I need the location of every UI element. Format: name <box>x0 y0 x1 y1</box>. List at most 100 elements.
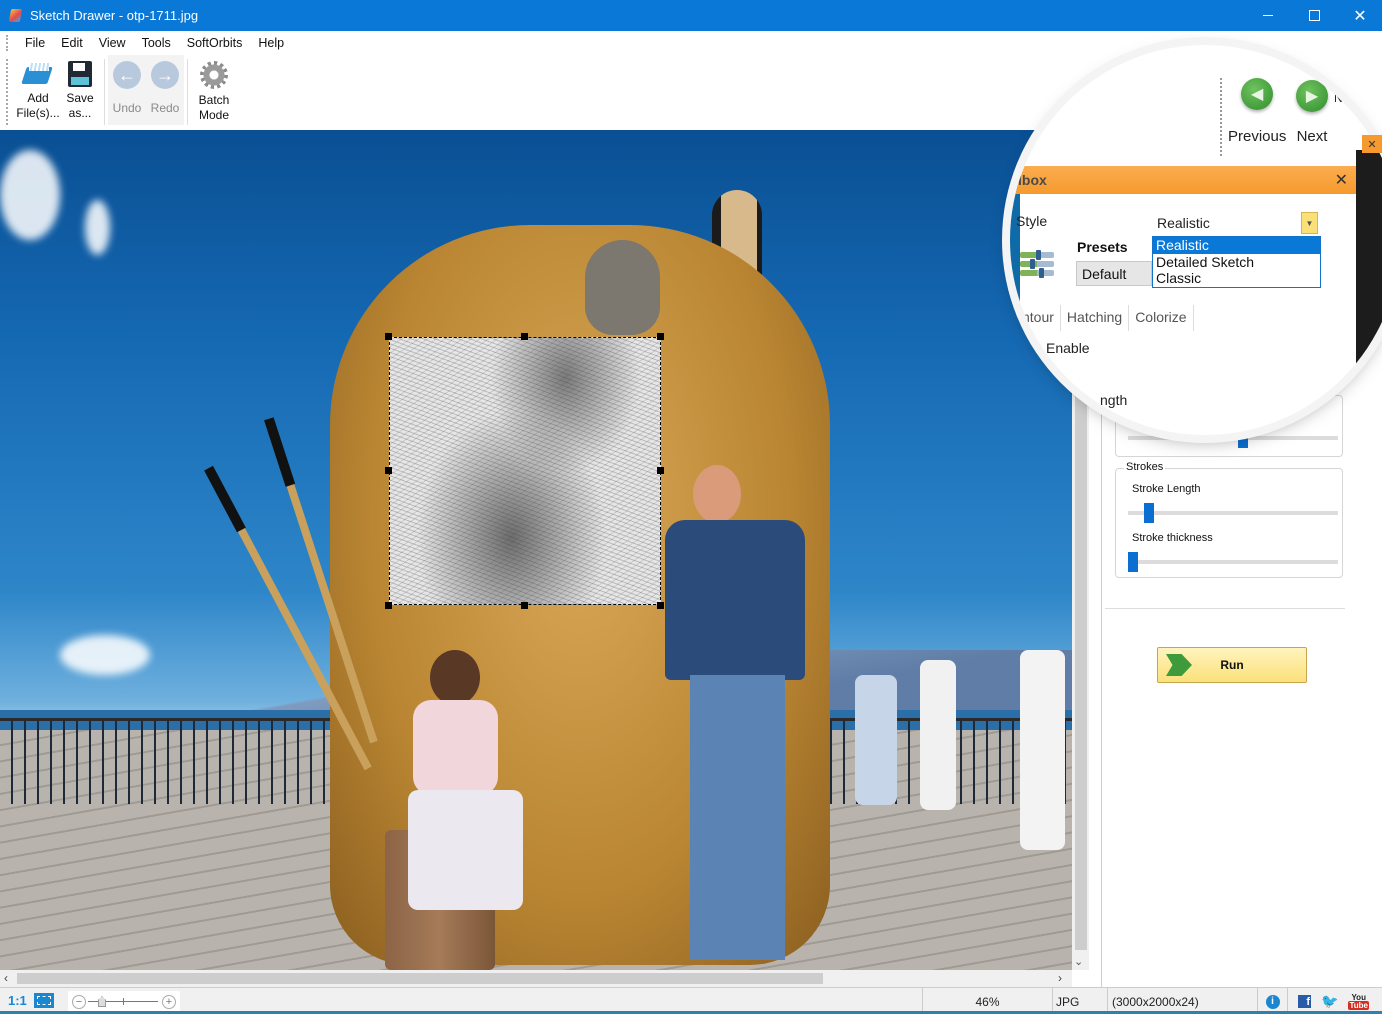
toolbox-tabs: ntour Hatching Colorize <box>1016 305 1194 331</box>
toolbox-close-icon[interactable]: ✕ <box>1335 170 1348 190</box>
resize-handle-n[interactable] <box>521 333 528 340</box>
scroll-right-icon[interactable]: › <box>1058 971 1062 985</box>
presets-label: Presets <box>1077 239 1128 255</box>
style-label: Style <box>1016 213 1048 229</box>
add-files-button[interactable]: Add File(s)... <box>16 55 60 127</box>
resize-handle-nw[interactable] <box>385 333 392 340</box>
arrow-right-circle-icon: → <box>151 61 179 89</box>
add-files-label: Add File(s)... <box>16 91 59 121</box>
menu-help[interactable]: Help <box>250 36 292 50</box>
menu-view[interactable]: View <box>91 36 134 50</box>
resize-handle-s[interactable] <box>521 602 528 609</box>
horizontal-scrollbar[interactable]: ‹ › <box>0 970 1072 987</box>
maximize-button[interactable] <box>1291 0 1337 31</box>
strokes-group-title: Strokes <box>1124 461 1166 473</box>
girl-top <box>413 700 498 795</box>
cloud <box>0 150 60 240</box>
next-button-small[interactable]: ▶ Next <box>1334 63 1359 105</box>
zoom-tick <box>123 998 124 1005</box>
stroke-length-slider[interactable] <box>1128 503 1338 523</box>
zoom-in-icon[interactable]: + <box>162 995 176 1009</box>
batch-mode-button[interactable]: Batch Mode <box>191 55 237 127</box>
tab-colorize[interactable]: Colorize <box>1129 305 1194 331</box>
tab-hatching[interactable]: Hatching <box>1061 305 1130 331</box>
minimize-button[interactable] <box>1245 0 1291 31</box>
redo-button[interactable]: → Redo <box>146 55 184 127</box>
status-bar: 1:1 − + 46% JPG (3000x2000x24) i f 🐦 You… <box>0 987 1382 1014</box>
toolbar-separator <box>1220 78 1222 156</box>
intensity-slider[interactable] <box>1128 428 1338 448</box>
menu-softorbits[interactable]: SoftOrbits <box>179 36 251 50</box>
save-as-button[interactable]: Save as... <box>59 55 101 127</box>
batch-mode-line1: Batch <box>198 93 230 107</box>
youtube-icon[interactable]: You Tube <box>1348 993 1369 1010</box>
actual-size-button[interactable]: 1:1 <box>8 993 27 1008</box>
tab-contour[interactable]: ntour <box>1016 305 1061 331</box>
resize-handle-w[interactable] <box>385 467 392 474</box>
magnifier-content: ◀ Previous ▶ Next ▶ Next lbox ✕ Style Re… <box>1010 45 1382 435</box>
bystander <box>1020 650 1065 850</box>
sketch-preview-selection[interactable] <box>389 337 661 605</box>
next-small-label: Next <box>1334 91 1359 105</box>
menu-grip <box>6 35 9 51</box>
enable-checkbox-label[interactable]: Enable <box>1046 340 1090 356</box>
menu-file[interactable]: File <box>17 36 53 50</box>
undo-button[interactable]: ← Undo <box>108 55 146 127</box>
resize-handle-se[interactable] <box>657 602 664 609</box>
redo-label: Redo <box>150 101 180 115</box>
zoom-slider-thumb[interactable] <box>98 996 106 1007</box>
gear-icon <box>200 61 228 89</box>
style-option-detailed-sketch[interactable]: Detailed Sketch <box>1153 254 1320 271</box>
stroke-length-label: Stroke Length <box>1132 483 1201 495</box>
presets-value: Default <box>1082 266 1127 282</box>
panel-close-icon[interactable]: ✕ <box>1362 135 1382 153</box>
toolbox-title: lbox <box>1018 172 1047 188</box>
toolbar-separator <box>104 59 105 125</box>
style-option-classic[interactable]: Classic <box>1153 270 1320 287</box>
app-logo-icon <box>8 8 24 24</box>
run-button[interactable]: Run <box>1157 647 1307 683</box>
save-as-label: Save as... <box>66 91 93 121</box>
scroll-down-icon[interactable]: ⌄ <box>1074 955 1083 968</box>
man-head <box>693 465 741 523</box>
resize-handle-ne[interactable] <box>657 333 664 340</box>
previous-label: Previous <box>1228 128 1287 145</box>
twitter-icon[interactable]: 🐦 <box>1321 993 1338 1010</box>
undo-label: Undo <box>112 101 142 115</box>
sliders-icon <box>1020 250 1054 282</box>
horizontal-scroll-thumb[interactable] <box>17 973 823 984</box>
resize-handle-sw[interactable] <box>385 602 392 609</box>
run-label: Run <box>1220 658 1244 672</box>
toolbox-header: lbox ✕ <box>1010 166 1356 194</box>
chevron-down-icon[interactable]: ▼ <box>1301 212 1318 234</box>
vertical-scroll-thumb[interactable] <box>1075 355 1087 950</box>
presets-dropdown[interactable]: Default <box>1076 261 1152 286</box>
image-canvas[interactable] <box>0 130 1072 970</box>
bystander <box>920 660 956 810</box>
zoom-out-icon[interactable]: − <box>72 995 86 1009</box>
stroke-thickness-slider-knob[interactable] <box>1128 552 1138 572</box>
next-arrow-icon: ▶ <box>1296 80 1328 112</box>
stroke-length-slider-knob[interactable] <box>1144 503 1154 523</box>
save-as-line2: as... <box>68 106 92 120</box>
previous-button[interactable]: ◀ Previous <box>1228 78 1286 145</box>
scroll-left-icon[interactable]: ‹ <box>4 971 8 985</box>
resize-handle-e[interactable] <box>657 467 664 474</box>
style-option-realistic[interactable]: Realistic <box>1153 237 1320 254</box>
menu-edit[interactable]: Edit <box>53 36 91 50</box>
close-button[interactable]: ✕ <box>1337 0 1382 31</box>
zoom-slider[interactable]: − + <box>68 991 180 1013</box>
style-dropdown[interactable]: Realistic ▼ <box>1152 210 1320 236</box>
girl-legs <box>408 790 523 910</box>
man-jeans <box>690 675 785 960</box>
batch-mode-line2: Mode <box>198 108 230 122</box>
facebook-icon[interactable]: f <box>1298 995 1311 1008</box>
window-title: Sketch Drawer - otp-1711.jpg <box>30 8 199 23</box>
stroke-thickness-slider[interactable] <box>1128 552 1338 572</box>
yeti-face <box>585 240 660 335</box>
style-dropdown-value: Realistic <box>1157 215 1210 231</box>
info-icon: i <box>1265 994 1280 1009</box>
next-button[interactable]: ▶ Next <box>1296 80 1328 145</box>
menu-tools[interactable]: Tools <box>134 36 179 50</box>
fit-to-window-icon[interactable] <box>34 993 54 1008</box>
